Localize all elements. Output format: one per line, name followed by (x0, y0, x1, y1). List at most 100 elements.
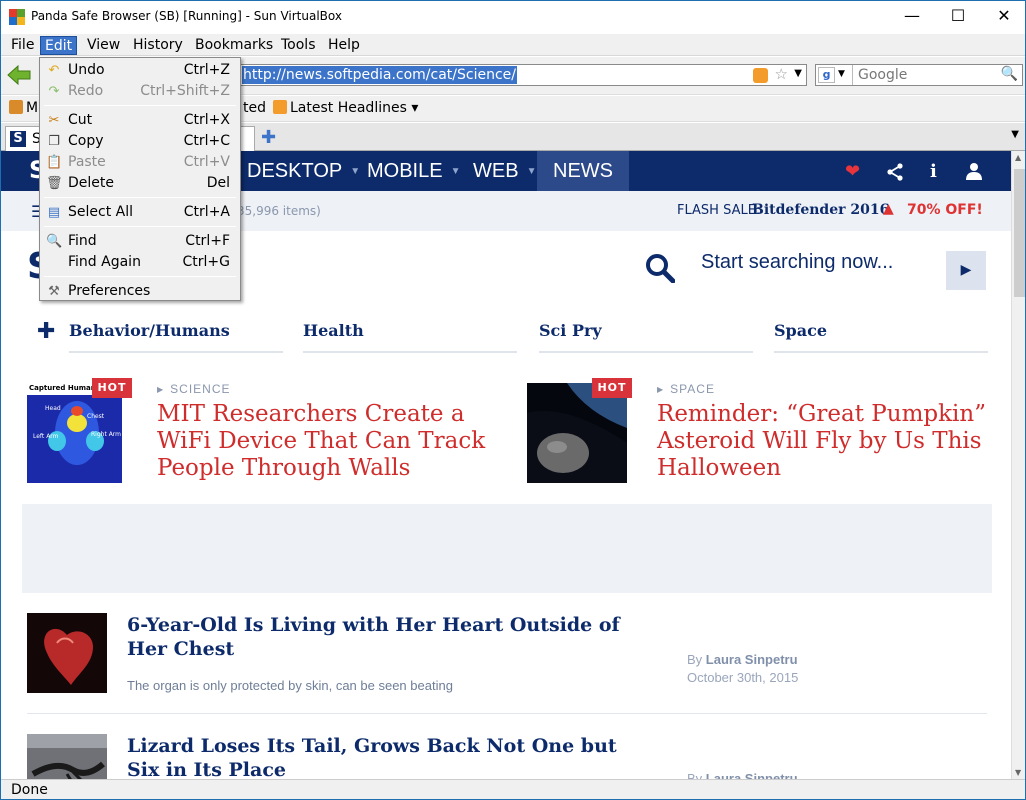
back-arrow-icon[interactable] (6, 64, 32, 86)
edit-menu-dropdown: ↶ Undo Ctrl+Z ↷ Redo Ctrl+Shift+Z ✂ Cut … (39, 57, 241, 301)
latest-headlines-bookmark[interactable]: Latest Headlines ▾ (273, 100, 418, 116)
menu-item-undo[interactable]: ↶ Undo Ctrl+Z (42, 60, 238, 81)
heart-icon[interactable]: ❤ (845, 161, 860, 182)
menu-item-find[interactable]: 🔍 Find Ctrl+F (42, 231, 238, 252)
triangle-right-icon: ▶ (657, 385, 665, 394)
menu-item-select-all[interactable]: ▤ Select All Ctrl+A (42, 202, 238, 223)
menu-bookmarks[interactable]: Bookmarks (191, 36, 277, 55)
menu-history[interactable]: History (129, 36, 187, 55)
scroll-down-arrow-icon[interactable]: ▼ (1015, 768, 1021, 777)
category-health[interactable]: Health (303, 321, 517, 353)
category-behavior-humans[interactable]: Behavior/Humans (69, 321, 283, 353)
google-engine-icon[interactable]: g (818, 67, 835, 83)
nav-mobile[interactable]: MOBILE ▼ (367, 151, 460, 191)
status-bar: Done (1, 779, 1025, 799)
featured-headline[interactable]: Reminder: “Great Pumpkin” Asteroid Will … (657, 401, 997, 482)
menu-item-redo[interactable]: ↷ Redo Ctrl+Shift+Z (42, 81, 238, 102)
menu-tools[interactable]: Tools (277, 36, 320, 55)
share-icon[interactable] (886, 163, 904, 181)
search-magnifier-icon[interactable]: 🔍 (1001, 66, 1018, 82)
nav-news[interactable]: NEWS (537, 151, 629, 191)
trash-icon: 🗑 (46, 176, 63, 191)
nav-web[interactable]: WEB ▼ (473, 151, 536, 191)
tabs-list-dropdown-icon[interactable]: ▼ (1011, 129, 1019, 140)
minimize-button[interactable]: — (889, 1, 935, 31)
image-caption: Captured Human (29, 384, 96, 392)
url-bar[interactable]: http://news.softpedia.com/cat/Science/ ☆… (237, 64, 807, 86)
nav-desktop[interactable]: DESKTOP ▼ (247, 151, 360, 191)
menu-item-copy[interactable]: ❐ Copy Ctrl+C (42, 131, 238, 152)
flash-sale-product[interactable]: Bitdefender 2016 (752, 202, 889, 218)
category-sci-pry[interactable]: Sci Pry (539, 321, 753, 353)
bookmark-item-partial[interactable]: ted (243, 100, 266, 116)
menu-item-preferences[interactable]: ⚒ Preferences (42, 281, 238, 302)
maximize-button[interactable]: ☐ (935, 1, 981, 31)
tools-icon: ⚒ (48, 284, 60, 299)
redo-icon: ↷ (48, 84, 60, 99)
article-kicker[interactable]: ▶ SPACE (657, 382, 715, 396)
engine-dropdown-icon[interactable]: ▼ (838, 69, 845, 79)
menu-separator (44, 226, 236, 227)
article-image-heart[interactable] (27, 613, 107, 693)
article-title[interactable]: Lizard Loses Its Tail, Grows Back Not On… (127, 734, 647, 779)
image-label-left-arm: Left Arm (33, 433, 59, 440)
new-tab-plus-icon[interactable]: ✚ (261, 127, 276, 148)
article-author[interactable]: Laura Sinpetru (706, 771, 798, 779)
menu-file[interactable]: File (7, 36, 38, 55)
hot-badge: HOT (92, 378, 132, 398)
scrollbar-thumb[interactable] (1014, 169, 1025, 297)
menu-item-find-again[interactable]: Find Again Ctrl+G (42, 252, 238, 273)
article-subtitle: The organ is only protected by skin, can… (127, 678, 453, 693)
search-icon[interactable] (645, 253, 675, 283)
search-separator (852, 65, 853, 85)
warning-icon: ▲ (883, 201, 894, 217)
close-button[interactable]: ✕ (981, 1, 1025, 31)
image-label-chest: Chest (87, 413, 105, 420)
image-label-head: Head (45, 405, 61, 412)
featured-headline[interactable]: MIT Researchers Create a WiFi Device Tha… (157, 401, 497, 482)
item-count: 35,996 items) (237, 204, 321, 218)
bookmark-item[interactable]: M (9, 100, 38, 116)
category-space[interactable]: Space (774, 321, 988, 353)
app-icon (9, 9, 25, 25)
user-icon[interactable] (965, 162, 983, 180)
info-icon[interactable]: i (930, 161, 937, 182)
menu-item-delete[interactable]: 🗑 Delete Del (42, 173, 238, 194)
featured-image-asteroid[interactable] (527, 383, 627, 483)
flash-sale-label: FLASH SALE: (677, 203, 761, 218)
virtualbox-window: Panda Safe Browser (SB) [Running] - Sun … (0, 0, 1026, 800)
article-byline: By Laura Sinpetru (687, 652, 798, 667)
article-title[interactable]: 6-Year-Old Is Living with Her Heart Outs… (127, 613, 647, 661)
copy-icon: ❐ (48, 134, 60, 149)
url-text[interactable]: http://news.softpedia.com/cat/Science/ (242, 66, 517, 84)
magnifier-icon: 🔍 (46, 234, 63, 249)
softpedia-favicon-icon: S (10, 131, 26, 147)
star-icon[interactable]: ☆ (775, 65, 788, 83)
bookmark-icon (9, 100, 23, 114)
undo-icon: ↶ (48, 63, 60, 78)
menu-bar: File Edit View History Bookmarks Tools H… (1, 34, 1025, 56)
select-all-icon: ▤ (47, 205, 61, 220)
menu-item-paste[interactable]: 📋 Paste Ctrl+V (42, 152, 238, 173)
search-box[interactable]: g ▼ Google 🔍 (815, 64, 1023, 86)
vertical-scrollbar[interactable]: ▲ ▼ (1011, 151, 1025, 779)
menu-help[interactable]: Help (324, 36, 364, 55)
search-input[interactable]: Google (858, 67, 907, 83)
site-search-input[interactable]: Start searching now... (701, 251, 893, 274)
flash-sale-offer[interactable]: 70% OFF! (907, 202, 983, 218)
ad-placeholder (22, 504, 992, 593)
article-author[interactable]: Laura Sinpetru (706, 652, 798, 667)
caret-down-icon: ▼ (526, 166, 537, 177)
add-category-icon[interactable]: ✚ (37, 319, 55, 344)
rss-icon[interactable] (753, 68, 768, 83)
scroll-up-arrow-icon[interactable]: ▲ (1015, 153, 1021, 162)
menu-edit[interactable]: Edit (40, 36, 78, 55)
url-dropdown-icon[interactable]: ▼ (794, 68, 802, 79)
article-image-lizard[interactable] (27, 734, 107, 779)
scissors-icon: ✂ (48, 113, 60, 128)
article-kicker[interactable]: ▶ SCIENCE (157, 382, 231, 396)
menu-item-cut[interactable]: ✂ Cut Ctrl+X (42, 110, 238, 131)
triangle-right-icon: ▶ (157, 385, 165, 394)
search-go-button[interactable]: ▶ (946, 251, 986, 290)
menu-view[interactable]: View (83, 36, 124, 55)
